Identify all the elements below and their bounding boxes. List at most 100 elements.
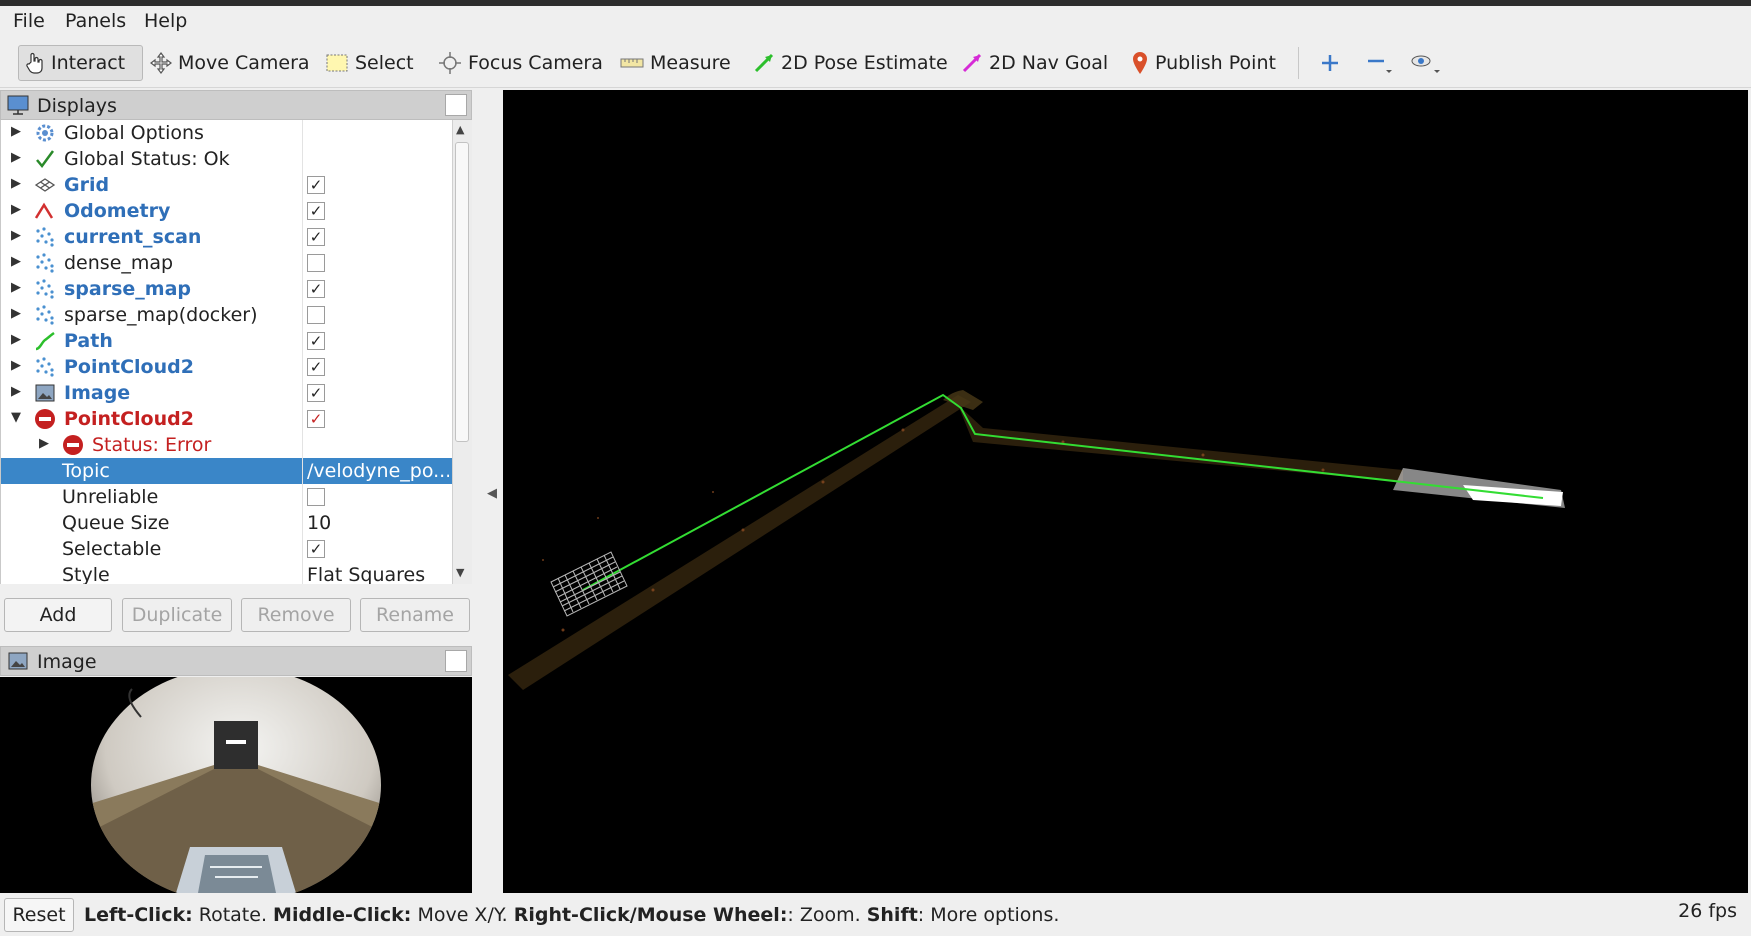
select-tool[interactable]: Select [319, 45, 420, 81]
tree-row-selectable[interactable]: Selectable ✓ [1, 536, 453, 562]
expand-arrow-icon[interactable]: ▶ [11, 124, 21, 139]
move-camera-label: Move Camera [178, 52, 310, 74]
measure-label: Measure [650, 52, 731, 74]
selectable-checkbox[interactable]: ✓ [307, 540, 325, 558]
tree-row-dense-map[interactable]: ▶ dense_map [1, 250, 453, 276]
enable-checkbox[interactable]: ✓ [307, 280, 325, 298]
enable-checkbox[interactable]: ✓ [307, 384, 325, 402]
remove-tool-button[interactable] [1360, 45, 1398, 81]
expand-arrow-icon[interactable]: ▶ [39, 436, 49, 451]
style-value[interactable]: Flat Squares [307, 564, 425, 584]
path-icon [35, 331, 55, 351]
enable-checkbox[interactable]: ✓ [307, 332, 325, 350]
error-icon [35, 409, 55, 429]
hint-action: Rotate. [192, 904, 274, 926]
tree-row-global-options[interactable]: ▶ Global Options [1, 120, 453, 146]
tree-label: dense_map [64, 252, 174, 274]
displays-scrollbar[interactable]: ▲ ▼ [452, 120, 472, 584]
reset-view-button[interactable]: Reset [4, 898, 74, 932]
expand-arrow-icon[interactable]: ▶ [11, 280, 21, 295]
tree-row-pointcloud2-error[interactable]: ▼ PointCloud2 ✓ [1, 406, 453, 432]
enable-checkbox[interactable] [307, 254, 325, 272]
remove-display-button[interactable]: Remove [241, 598, 351, 632]
hint-key: Middle-Click: [273, 904, 412, 926]
expand-arrow-icon[interactable]: ▶ [11, 358, 21, 373]
property-label: Style [62, 564, 110, 584]
tree-row-topic[interactable]: Topic /velodyne_po... [1, 458, 453, 484]
expand-arrow-icon[interactable]: ▶ [11, 228, 21, 243]
tree-row-queue-size[interactable]: Queue Size 10 [1, 510, 453, 536]
tree-row-current-scan[interactable]: ▶ current_scan ✓ [1, 224, 453, 250]
image-panel-float-button[interactable] [445, 650, 467, 672]
measure-tool[interactable]: Measure [614, 45, 737, 81]
property-label: Topic [62, 460, 110, 482]
focus-camera-icon [439, 52, 461, 74]
tree-row-sparse-map[interactable]: ▶ sparse_map ✓ [1, 276, 453, 302]
scroll-up-arrow-icon[interactable]: ▲ [456, 123, 464, 136]
hint-key: Shift [866, 904, 918, 926]
tree-label: sparse_map [64, 278, 192, 300]
render-viewport[interactable] [503, 90, 1748, 893]
expand-arrow-icon[interactable]: ▶ [11, 254, 21, 269]
enable-checkbox[interactable] [307, 306, 325, 324]
displays-panel-float-button[interactable] [445, 94, 467, 116]
rename-display-button[interactable]: Rename [360, 598, 470, 632]
interact-tool[interactable]: Interact [18, 45, 143, 81]
topic-value[interactable]: /velodyne_po... [307, 460, 449, 482]
select-box-icon [326, 54, 348, 72]
enable-checkbox[interactable]: ✓ [307, 202, 325, 220]
tree-row-sparse-map-docker[interactable]: ▶ sparse_map(docker) [1, 302, 453, 328]
tree-row-grid[interactable]: ▶ Grid ✓ [1, 172, 453, 198]
menu-help[interactable]: Help [144, 10, 187, 32]
tree-label: PointCloud2 [64, 408, 194, 430]
move-camera-tool[interactable]: Move Camera [144, 45, 316, 81]
expand-arrow-icon[interactable]: ▶ [11, 202, 21, 217]
nav-goal-tool[interactable]: 2D Nav Goal [955, 45, 1114, 81]
hint-action: : Zoom. [787, 904, 867, 926]
add-tool-button[interactable] [1314, 45, 1346, 81]
tree-row-style[interactable]: Style Flat Squares [1, 562, 453, 584]
tree-row-odometry[interactable]: ▶ Odometry ✓ [1, 198, 453, 224]
enable-checkbox[interactable]: ✓ [307, 176, 325, 194]
displays-tree: ▶ Global Options ▶ Global Status: Ok ▶ G… [0, 120, 453, 584]
displays-title: Displays [37, 95, 117, 117]
ground-grid [550, 551, 628, 617]
property-label: Unreliable [62, 486, 159, 508]
focus-camera-tool[interactable]: Focus Camera [432, 45, 609, 81]
publish-point-tool[interactable]: Publish Point [1125, 45, 1282, 81]
enable-checkbox[interactable]: ✓ [307, 228, 325, 246]
expand-arrow-icon[interactable]: ▶ [11, 306, 21, 321]
collapse-panel-arrow-icon[interactable]: ◀ [487, 486, 497, 501]
enable-checkbox[interactable]: ✓ [307, 410, 325, 428]
scroll-down-arrow-icon[interactable]: ▼ [456, 566, 464, 579]
pose-estimate-tool[interactable]: 2D Pose Estimate [747, 45, 954, 81]
menu-file[interactable]: File [13, 10, 45, 32]
tree-label: Odometry [64, 200, 171, 222]
select-label: Select [355, 52, 414, 74]
image-panel-header: Image [0, 646, 472, 676]
ruler-icon [620, 58, 644, 68]
scrollbar-thumb[interactable] [455, 142, 469, 442]
expand-arrow-icon[interactable]: ▶ [11, 332, 21, 347]
menu-panels[interactable]: Panels [65, 10, 126, 32]
checkmark-icon [36, 150, 55, 169]
unreliable-checkbox[interactable] [307, 488, 325, 506]
pose-estimate-label: 2D Pose Estimate [781, 52, 948, 74]
tree-row-global-status[interactable]: ▶ Global Status: Ok [1, 146, 453, 172]
tree-row-status-error[interactable]: ▶ Status: Error [1, 432, 453, 458]
view-options-button[interactable] [1404, 45, 1446, 81]
add-display-button[interactable]: Add [4, 598, 112, 632]
tree-row-unreliable[interactable]: Unreliable [1, 484, 453, 510]
expand-arrow-icon[interactable]: ▶ [11, 384, 21, 399]
tree-row-path[interactable]: ▶ Path ✓ [1, 328, 453, 354]
expand-arrow-icon[interactable]: ▶ [11, 150, 21, 165]
expand-arrow-icon[interactable]: ▶ [11, 176, 21, 191]
tree-row-pointcloud2[interactable]: ▶ PointCloud2 ✓ [1, 354, 453, 380]
point-cloud-map [508, 390, 1565, 690]
tree-row-image[interactable]: ▶ Image ✓ [1, 380, 453, 406]
collapse-arrow-icon[interactable]: ▼ [11, 410, 21, 425]
duplicate-display-button[interactable]: Duplicate [122, 598, 232, 632]
plus-icon [1322, 55, 1338, 71]
enable-checkbox[interactable]: ✓ [307, 358, 325, 376]
queue-size-value[interactable]: 10 [307, 512, 331, 534]
